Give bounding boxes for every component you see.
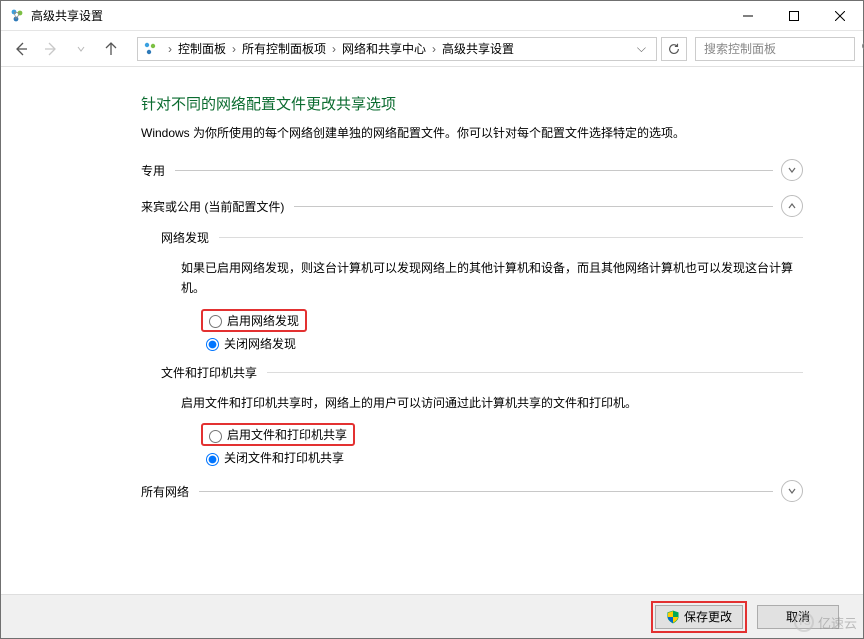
divider-line	[294, 206, 773, 207]
radio-group-discovery: 启用网络发现 关闭网络发现	[201, 309, 803, 352]
breadcrumb-item[interactable]: 高级共享设置	[440, 40, 516, 57]
section-title: 网络发现	[161, 229, 219, 246]
highlight-box: 启用文件和打印机共享	[201, 423, 355, 446]
page-heading: 针对不同的网络配置文件更改共享选项	[141, 93, 803, 114]
chevron-down-icon[interactable]	[781, 480, 803, 502]
save-button[interactable]: 保存更改	[655, 605, 743, 629]
window: 高级共享设置 ›	[0, 0, 864, 639]
chevron-right-icon[interactable]: ›	[328, 42, 340, 56]
refresh-button[interactable]	[661, 37, 687, 61]
watermark-icon: YS	[794, 612, 814, 632]
up-button[interactable]	[99, 37, 123, 61]
content-area: 针对不同的网络配置文件更改共享选项 Windows 为你所使用的每个网络创建单独…	[1, 67, 863, 594]
forward-button[interactable]	[39, 37, 63, 61]
bottom-bar: 保存更改 取消	[1, 594, 863, 638]
app-icon	[9, 8, 25, 24]
section-file-sharing: 文件和打印机共享 启用文件和打印机共享时，网络上的用户可以访问通过此计算机共享的…	[161, 364, 803, 466]
maximize-button[interactable]	[771, 1, 817, 31]
section-network-discovery: 网络发现 如果已启用网络发现，则这台计算机可以发现网络上的其他计算机和设备，而且…	[161, 229, 803, 352]
watermark: YS 亿速云	[794, 612, 857, 632]
chevron-right-icon[interactable]: ›	[428, 42, 440, 56]
profile-header[interactable]: 专用	[141, 159, 803, 181]
back-button[interactable]	[9, 37, 33, 61]
radio-disable-filesharing[interactable]	[206, 453, 219, 466]
profile-title: 来宾或公用 (当前配置文件)	[141, 198, 294, 215]
breadcrumb-root[interactable]: 控制面板	[176, 40, 228, 57]
address-dropdown-icon[interactable]: ⌵	[631, 41, 652, 56]
shield-icon	[666, 610, 680, 624]
profile-guest-public: 来宾或公用 (当前配置文件) 网络发现 如果已启用网络发现，则这台计算机可以发现…	[141, 195, 803, 466]
radio-enable-discovery[interactable]	[209, 315, 222, 328]
recent-dropdown[interactable]	[69, 37, 93, 61]
highlight-box: 保存更改	[651, 601, 747, 633]
chevron-right-icon[interactable]: ›	[164, 42, 176, 56]
profile-title: 专用	[141, 162, 175, 179]
divider-line	[267, 372, 803, 373]
titlebar: 高级共享设置	[1, 1, 863, 31]
section-title: 文件和打印机共享	[161, 364, 267, 381]
watermark-text: 亿速云	[818, 613, 857, 632]
highlight-box: 启用网络发现	[201, 309, 307, 332]
radio-enable-filesharing[interactable]	[209, 430, 222, 443]
radio-label: 启用文件和打印机共享	[227, 426, 347, 443]
button-label: 保存更改	[684, 608, 732, 625]
chevron-down-icon[interactable]	[781, 159, 803, 181]
radio-label: 关闭文件和打印机共享	[224, 449, 344, 466]
breadcrumb-item[interactable]: 所有控制面板项	[240, 40, 328, 57]
address-bar[interactable]: › 控制面板 › 所有控制面板项 › 网络和共享中心 › 高级共享设置 ⌵	[137, 37, 657, 61]
breadcrumb-item[interactable]: 网络和共享中心	[340, 40, 428, 57]
section-description: 如果已启用网络发现，则这台计算机可以发现网络上的其他计算机和设备，而且其他网络计…	[181, 258, 803, 299]
page-description: Windows 为你所使用的每个网络创建单独的网络配置文件。你可以针对每个配置文…	[141, 124, 803, 141]
minimize-button[interactable]	[725, 1, 771, 31]
radio-group-filesharing: 启用文件和打印机共享 关闭文件和打印机共享	[201, 423, 803, 466]
profile-header[interactable]: 所有网络	[141, 480, 803, 502]
chevron-up-icon[interactable]	[781, 195, 803, 217]
radio-label: 启用网络发现	[227, 312, 299, 329]
profile-title: 所有网络	[141, 483, 199, 500]
chevron-right-icon[interactable]: ›	[228, 42, 240, 56]
radio-disable-discovery[interactable]	[206, 338, 219, 351]
profile-all-networks: 所有网络	[141, 480, 803, 502]
radio-label: 关闭网络发现	[224, 335, 296, 352]
section-description: 启用文件和打印机共享时，网络上的用户可以访问通过此计算机共享的文件和打印机。	[181, 393, 803, 413]
window-title: 高级共享设置	[31, 7, 103, 24]
close-button[interactable]	[817, 1, 863, 31]
profile-private: 专用	[141, 159, 803, 181]
control-panel-icon	[142, 41, 158, 57]
profile-header[interactable]: 来宾或公用 (当前配置文件)	[141, 195, 803, 217]
divider-line	[175, 170, 773, 171]
search-box[interactable]	[695, 37, 855, 61]
divider-line	[199, 491, 773, 492]
search-input[interactable]	[702, 41, 861, 57]
navbar: › 控制面板 › 所有控制面板项 › 网络和共享中心 › 高级共享设置 ⌵	[1, 31, 863, 67]
divider-line	[219, 237, 803, 238]
